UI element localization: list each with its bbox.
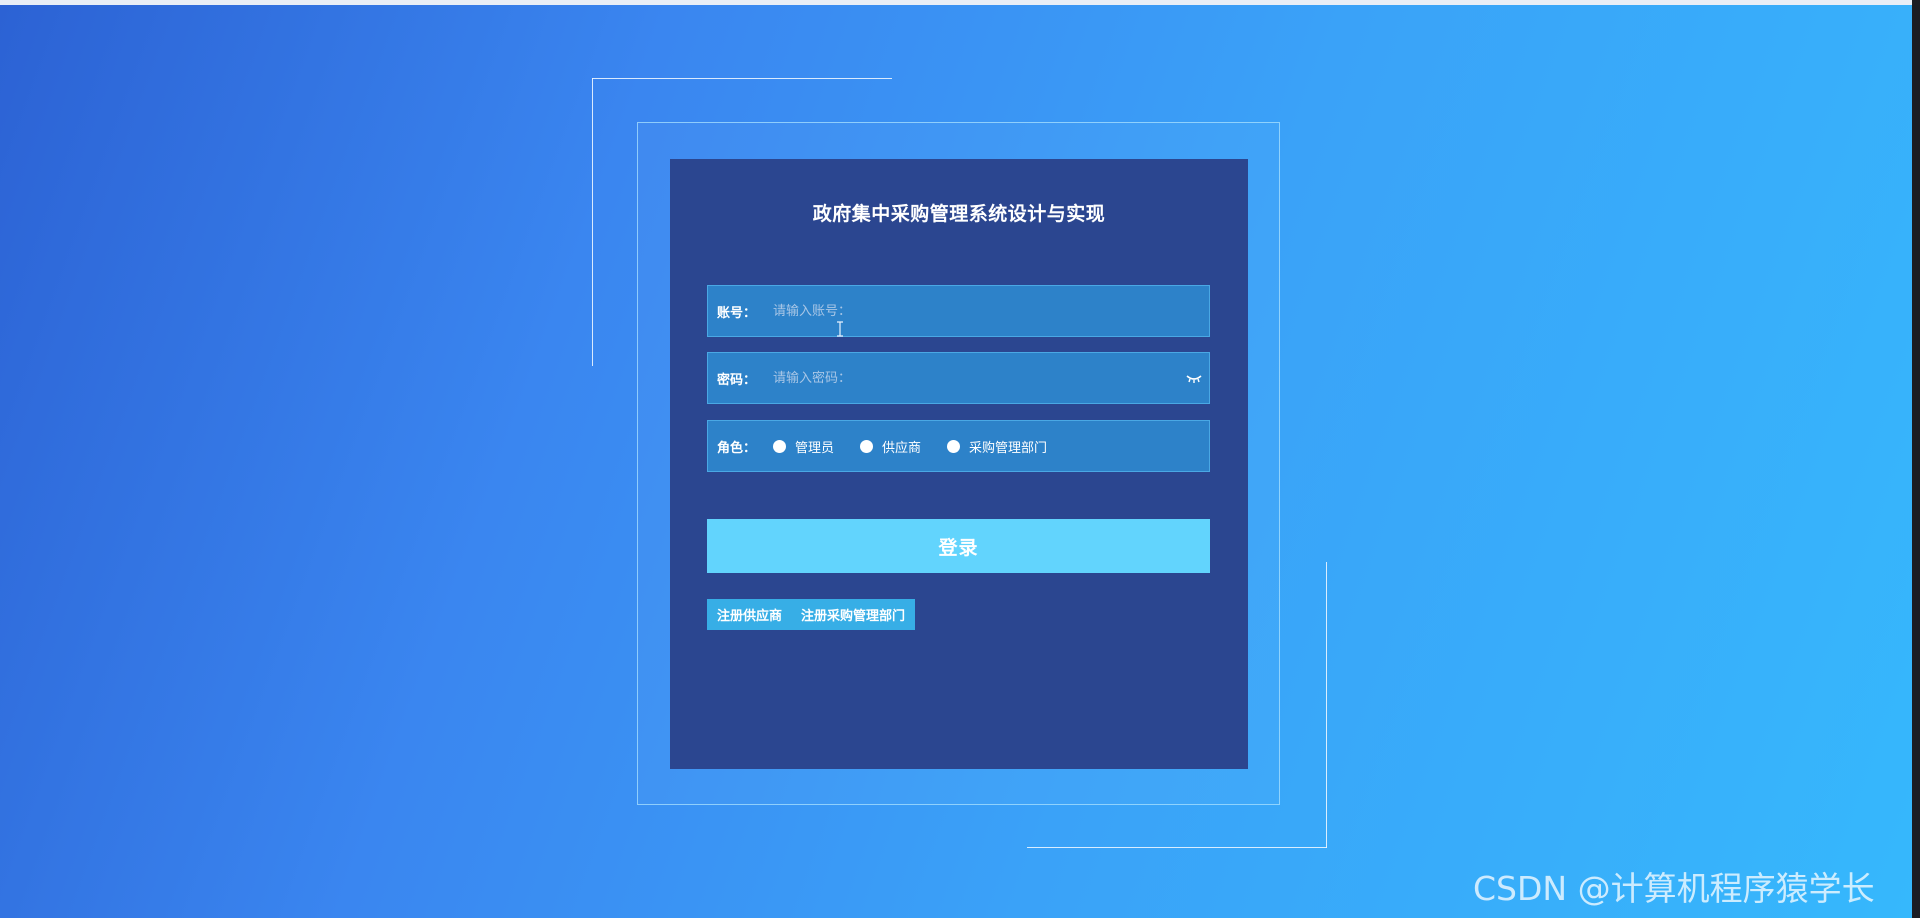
login-button[interactable]: 登录 <box>707 519 1210 573</box>
browser-top-strip <box>0 0 1920 5</box>
decorative-line-left <box>592 78 593 366</box>
window-right-edge <box>1912 0 1920 918</box>
role-option-supplier[interactable]: 供应商 <box>860 437 921 456</box>
decorative-line-right <box>1326 562 1327 848</box>
decorative-line-bottom <box>1027 847 1327 848</box>
role-option-procurement-dept[interactable]: 采购管理部门 <box>947 437 1047 456</box>
role-option-label: 供应商 <box>882 440 922 456</box>
password-field-row: 密码： <box>707 352 1210 404</box>
register-procurement-dept-link[interactable]: 注册采购管理部门 <box>792 605 915 624</box>
account-label: 账号： <box>717 305 757 321</box>
role-option-label: 采购管理部门 <box>969 440 1048 456</box>
register-links-bar: 注册供应商 注册采购管理部门 <box>707 599 916 630</box>
login-panel: 政府集中采购管理系统设计与实现 账号： 密码： 角色： 管理员 供应商 采购管理… <box>670 159 1248 769</box>
radio-button[interactable] <box>947 439 961 453</box>
radio-button[interactable] <box>773 439 786 453</box>
page-title: 政府集中采购管理系统设计与实现 <box>812 203 1106 225</box>
role-option-label: 管理员 <box>795 440 835 456</box>
password-label: 密码： <box>717 372 757 388</box>
decorative-line-top <box>592 78 892 79</box>
role-option-admin[interactable]: 管理员 <box>773 437 834 456</box>
register-supplier-link[interactable]: 注册供应商 <box>707 605 792 624</box>
text-cursor-icon <box>837 321 843 337</box>
watermark: CSDN @计算机程序猿学长 <box>1473 869 1875 908</box>
role-label: 角色： <box>717 440 757 456</box>
role-field-row: 角色： 管理员 供应商 采购管理部门 <box>707 420 1210 472</box>
account-field-row: 账号： <box>707 285 1210 337</box>
radio-button[interactable] <box>860 439 874 453</box>
eye-closed-icon[interactable] <box>1185 372 1203 384</box>
password-input[interactable] <box>773 353 1185 403</box>
